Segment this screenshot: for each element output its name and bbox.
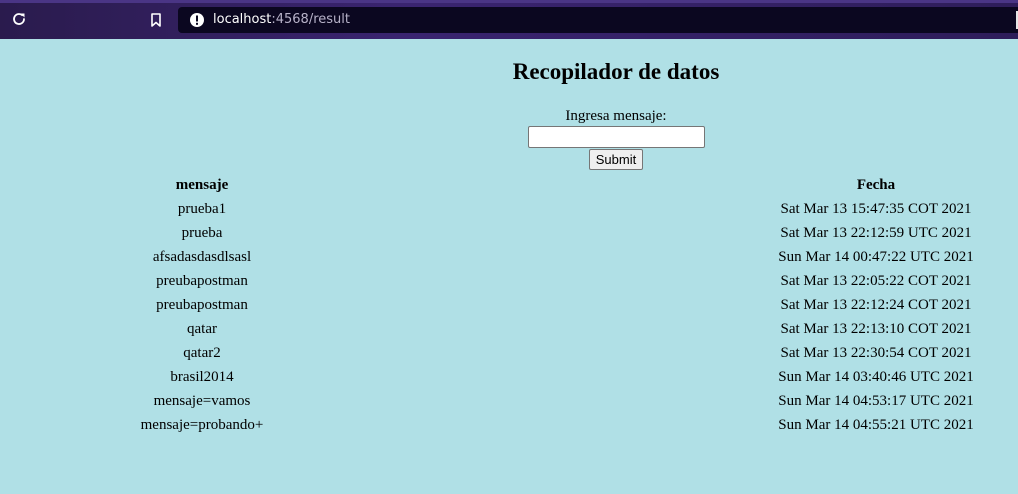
message-label: Ingresa mensaje: (565, 108, 667, 124)
table-row: preubapostman Sat Mar 13 22:12:24 COT 20… (0, 294, 1018, 316)
bookmark-button[interactable] (147, 10, 165, 30)
cell-spacer (404, 198, 734, 220)
table-row: qatar Sat Mar 13 22:13:10 COT 2021 (0, 318, 1018, 340)
info-icon[interactable] (189, 12, 205, 28)
url-text[interactable]: localhost:4568/result (213, 11, 350, 29)
table-row: afsadasdasdlsasl Sun Mar 14 00:47:22 UTC… (0, 246, 1018, 268)
cell-mensaje: brasil2014 (170, 368, 234, 385)
header-mensaje: mensaje (175, 176, 229, 193)
cell-mensaje: qatar (187, 320, 217, 337)
table-row: prueba1 Sat Mar 13 15:47:35 COT 2021 (0, 198, 1018, 220)
cell-spacer (404, 294, 734, 316)
reload-button[interactable] (9, 9, 29, 29)
message-input[interactable] (527, 126, 705, 148)
message-form: Ingresa mensaje: Submit (516, 107, 716, 170)
cell-spacer (404, 390, 734, 412)
table-row: brasil2014 Sun Mar 14 03:40:46 UTC 2021 (0, 366, 1018, 388)
cell-fecha: Sat Mar 13 22:12:59 UTC 2021 (780, 224, 972, 241)
messages-table: mensaje Fecha prueba1 Sat Mar 13 15:47:3… (0, 172, 1018, 438)
cell-fecha: Sun Mar 14 03:40:46 UTC 2021 (778, 368, 974, 385)
header-fecha: Fecha (856, 176, 896, 193)
cell-mensaje: preubapostman (156, 272, 248, 289)
cell-mensaje: mensaje=probando+ (140, 416, 264, 433)
cell-mensaje: mensaje=vamos (153, 392, 251, 409)
cell-spacer (404, 246, 734, 268)
table-row: mensaje=probando+ Sun Mar 14 04:55:21 UT… (0, 414, 1018, 436)
cell-spacer (404, 342, 734, 364)
url-host: localhost (213, 12, 272, 27)
url-path: :4568/result (271, 12, 350, 27)
bookmark-icon (151, 13, 161, 27)
cell-fecha: Sat Mar 13 22:05:22 COT 2021 (780, 272, 972, 289)
cell-spacer (404, 318, 734, 340)
cell-mensaje: preubapostman (156, 296, 248, 313)
cell-mensaje: prueba1 (177, 200, 227, 217)
cell-mensaje: prueba (181, 224, 223, 241)
page-title: Recopilador de datos (512, 59, 720, 84)
submit-button[interactable]: Submit (588, 149, 644, 170)
tab-strip-edge (0, 0, 1018, 3)
cell-fecha: Sat Mar 13 15:47:35 COT 2021 (780, 200, 972, 217)
table-row: qatar2 Sat Mar 13 22:30:54 COT 2021 (0, 342, 1018, 364)
cell-spacer (404, 270, 734, 292)
cell-spacer (404, 366, 734, 388)
cell-fecha: Sat Mar 13 22:30:54 COT 2021 (780, 344, 972, 361)
cell-fecha: Sun Mar 14 04:55:21 UTC 2021 (778, 416, 974, 433)
cell-spacer (404, 222, 734, 244)
header-spacer (404, 174, 734, 196)
address-bar[interactable]: localhost:4568/result (178, 7, 1018, 33)
page-content: Recopilador de datos Ingresa mensaje: Su… (0, 39, 1018, 494)
cell-mensaje: afsadasdasdlsasl (152, 248, 252, 265)
browser-toolbar: localhost:4568/result (0, 0, 1018, 39)
cell-fecha: Sat Mar 13 22:12:24 COT 2021 (780, 296, 972, 313)
cell-mensaje: qatar2 (183, 344, 221, 361)
reload-icon (13, 13, 25, 25)
table-header-row: mensaje Fecha (0, 174, 1018, 196)
table-row: mensaje=vamos Sun Mar 14 04:53:17 UTC 20… (0, 390, 1018, 412)
table-row: preubapostman Sat Mar 13 22:05:22 COT 20… (0, 270, 1018, 292)
cell-fecha: Sun Mar 14 00:47:22 UTC 2021 (778, 248, 974, 265)
cell-spacer (404, 414, 734, 436)
cell-fecha: Sun Mar 14 04:53:17 UTC 2021 (778, 392, 974, 409)
table-row: prueba Sat Mar 13 22:12:59 UTC 2021 (0, 222, 1018, 244)
cell-fecha: Sat Mar 13 22:13:10 COT 2021 (780, 320, 972, 337)
